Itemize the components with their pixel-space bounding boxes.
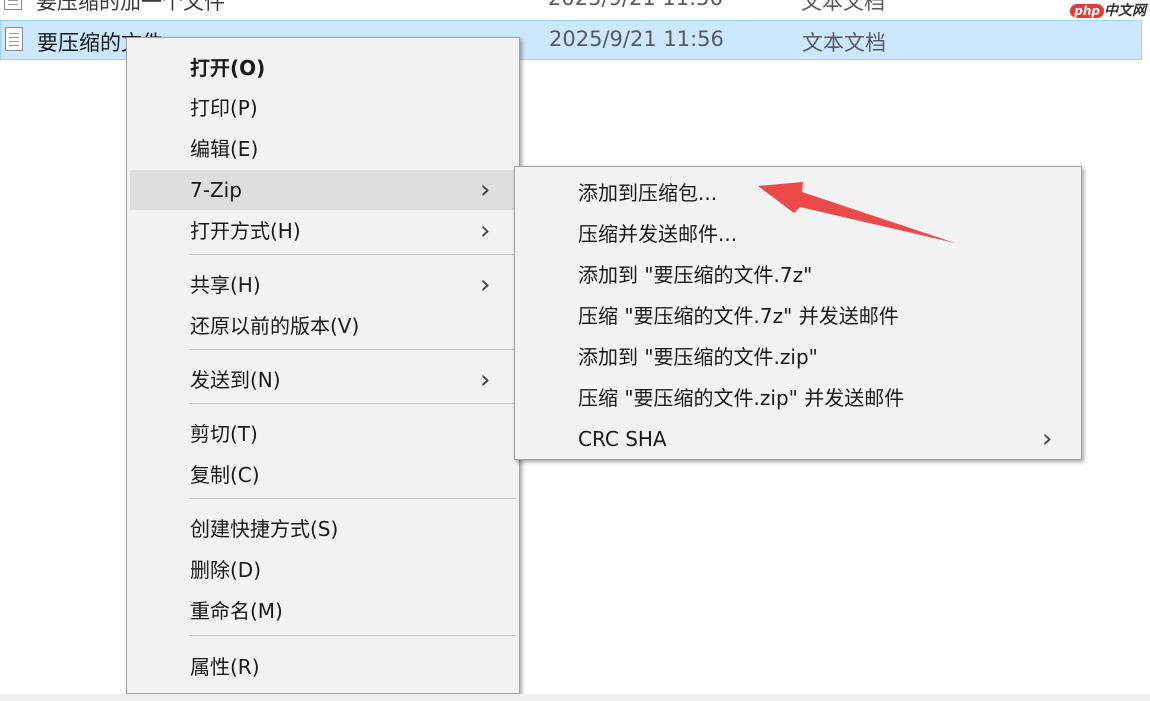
menu-item-open-with[interactable]: 打开方式(H) › bbox=[130, 211, 516, 251]
menu-separator bbox=[189, 254, 516, 255]
menu-separator bbox=[189, 349, 516, 350]
watermark-php: php bbox=[1070, 4, 1104, 18]
file-type: 文本文档 bbox=[801, 0, 885, 14]
menu-item-open[interactable]: 打开(O) bbox=[130, 48, 516, 88]
menu-item-label: CRC SHA bbox=[578, 427, 667, 451]
submenu-item-compress-7z-email[interactable]: 压缩 "要压缩的文件.7z" 并发送邮件 bbox=[518, 296, 1078, 336]
file-row[interactable]: 要压缩的加一个文件 2025/9/21 11:56 文本文档 bbox=[0, 0, 1142, 20]
menu-separator bbox=[189, 635, 516, 636]
menu-item-cut[interactable]: 剪切(T) bbox=[130, 414, 516, 454]
menu-item-edit[interactable]: 编辑(E) bbox=[130, 129, 516, 169]
context-menu: 打开(O) 打印(P) 编辑(E) 7-Zip › 打开方式(H) › 共享(H… bbox=[126, 37, 520, 694]
submenu-item-compress-zip-email[interactable]: 压缩 "要压缩的文件.zip" 并发送邮件 bbox=[518, 378, 1078, 418]
menu-item-label: 打开方式(H) bbox=[190, 219, 301, 243]
menu-item-restore[interactable]: 还原以前的版本(V) bbox=[130, 306, 516, 346]
menu-item-rename[interactable]: 重命名(M) bbox=[130, 591, 516, 631]
menu-item-label: 共享(H) bbox=[190, 273, 261, 297]
chevron-right-icon: › bbox=[480, 365, 491, 395]
bottom-bar bbox=[0, 694, 1150, 701]
file-type: 文本文档 bbox=[802, 31, 886, 55]
file-date: 2025/9/21 11:56 bbox=[549, 27, 724, 51]
chevron-right-icon: › bbox=[480, 216, 491, 246]
menu-item-share[interactable]: 共享(H) › bbox=[130, 265, 516, 305]
menu-item-properties[interactable]: 属性(R) bbox=[130, 647, 516, 687]
menu-item-send-to[interactable]: 发送到(N) › bbox=[130, 360, 516, 400]
watermark-logo: php 中文网 bbox=[1070, 0, 1146, 20]
menu-item-7zip[interactable]: 7-Zip › bbox=[130, 170, 516, 210]
submenu-item-crc-sha[interactable]: CRC SHA › bbox=[518, 419, 1078, 459]
file-name: 要压缩的加一个文件 bbox=[36, 0, 225, 14]
menu-item-label: 7-Zip bbox=[190, 178, 242, 202]
menu-separator bbox=[189, 498, 516, 499]
text-file-icon bbox=[5, 27, 23, 51]
7zip-submenu: 添加到压缩包... 压缩并发送邮件... 添加到 "要压缩的文件.7z" 压缩 … bbox=[514, 166, 1082, 460]
menu-item-delete[interactable]: 删除(D) bbox=[130, 550, 516, 590]
submenu-item-add-7z[interactable]: 添加到 "要压缩的文件.7z" bbox=[518, 255, 1078, 295]
submenu-item-compress-email[interactable]: 压缩并发送邮件... bbox=[518, 214, 1078, 254]
chevron-right-icon: › bbox=[1042, 424, 1053, 454]
menu-item-copy[interactable]: 复制(C) bbox=[130, 455, 516, 495]
submenu-item-add-to-archive[interactable]: 添加到压缩包... bbox=[518, 173, 1078, 213]
file-date: 2025/9/21 11:56 bbox=[548, 0, 723, 10]
text-file-icon bbox=[4, 0, 22, 10]
menu-item-create-shortcut[interactable]: 创建快捷方式(S) bbox=[130, 509, 516, 549]
chevron-right-icon: › bbox=[480, 175, 491, 205]
chevron-right-icon: › bbox=[480, 270, 491, 300]
menu-separator bbox=[189, 403, 516, 404]
menu-item-print[interactable]: 打印(P) bbox=[130, 88, 516, 128]
watermark-cn: 中文网 bbox=[1104, 3, 1146, 19]
submenu-item-add-zip[interactable]: 添加到 "要压缩的文件.zip" bbox=[518, 337, 1078, 377]
menu-item-label: 发送到(N) bbox=[190, 368, 281, 392]
